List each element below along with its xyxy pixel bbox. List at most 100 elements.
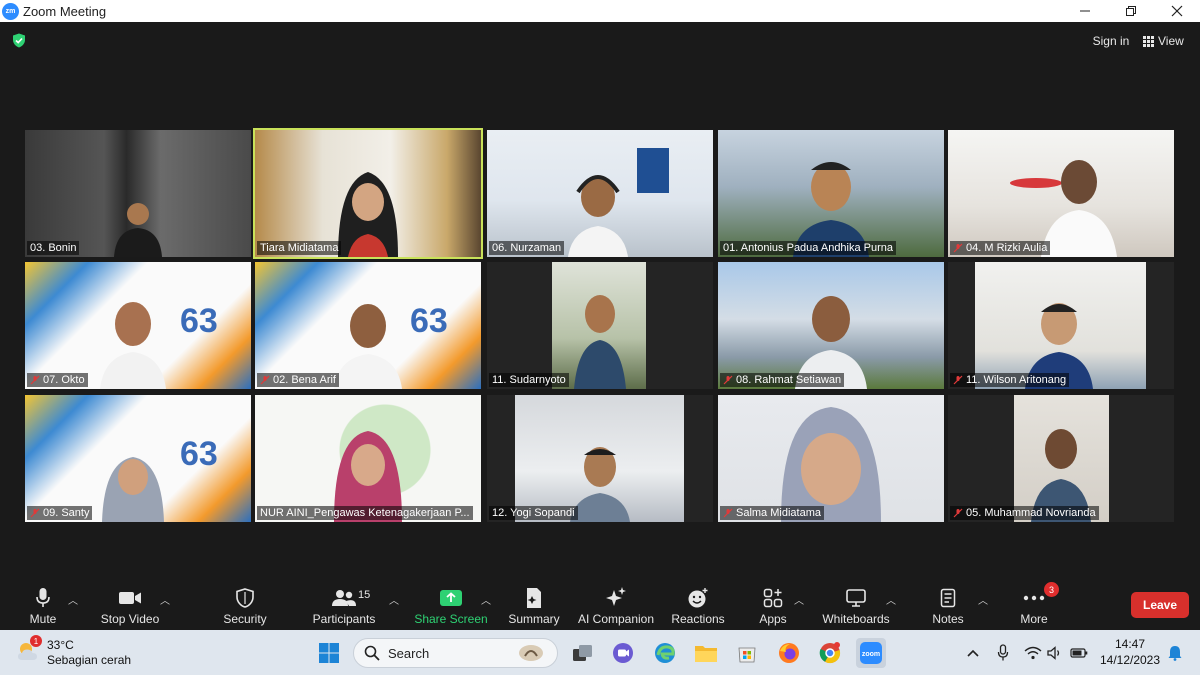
mic-muted-icon (30, 375, 40, 385)
task-view-button[interactable] (570, 640, 596, 666)
video-tile-tiara-midiatama[interactable]: Tiara Midiatama (253, 128, 483, 259)
wifi-tray-button[interactable] (1024, 644, 1042, 662)
video-options-chevron-icon[interactable]: ︿ (160, 592, 170, 607)
view-button[interactable]: View (1143, 32, 1191, 50)
search-icon (364, 645, 380, 661)
participant-video (570, 447, 630, 522)
store-icon (738, 647, 756, 663)
notes-options-chevron-icon[interactable]: ︿ (978, 592, 988, 607)
mic-muted-icon (260, 375, 270, 385)
video-tile-nurzaman[interactable]: 06. Nurzaman (487, 130, 713, 257)
weather-widget[interactable]: 1 33°C Sebagian cerah (16, 635, 146, 670)
security-button[interactable]: Security (220, 578, 270, 630)
ai-companion-label: AI Companion (577, 612, 655, 626)
restore-button[interactable] (1108, 0, 1154, 22)
firefox-icon (779, 643, 799, 663)
shield-check-icon[interactable] (12, 33, 26, 48)
window-controls (1062, 0, 1200, 22)
video-tile-antonius-padua-andhika-purna[interactable]: 01. Antonius Padua Andhika Purna (718, 130, 944, 257)
video-tile-bonin[interactable]: 03. Bonin (25, 130, 251, 257)
notification-center-button[interactable] (1166, 644, 1184, 662)
search-label: Search (388, 645, 430, 661)
file-explorer-button[interactable] (693, 640, 719, 666)
taskbar-search-box[interactable]: Search (353, 638, 558, 668)
video-tile-wilson-aritonang[interactable]: 11. Wilson Aritonang (948, 262, 1174, 389)
participant-name: Tiara Midiatama (257, 241, 342, 255)
apps-options-chevron-icon[interactable]: ︿ (794, 592, 804, 607)
video-tile-sudarnyoto[interactable]: 11. Sudarnyoto (487, 262, 713, 389)
edge-icon (655, 643, 675, 663)
weather-temperature: 33°C (47, 638, 74, 652)
share-screen-button[interactable]: Share Screen (414, 578, 488, 630)
video-tile-okto[interactable]: 63 07. Okto (25, 262, 251, 389)
reactions-button[interactable]: Reactions (670, 578, 726, 630)
chrome-button[interactable] (817, 640, 843, 666)
share-options-chevron-icon[interactable]: ︿ (481, 592, 491, 607)
video-tile-salma-midiatama[interactable]: Salma Midiatama (718, 395, 944, 522)
volume-tray-button[interactable] (1046, 644, 1064, 662)
whiteboards-label: Whiteboards (822, 612, 890, 626)
video-tile-santy[interactable]: 63 09. Santy (25, 395, 251, 522)
show-hidden-icons-button[interactable] (964, 644, 982, 662)
notes-button[interactable]: Notes (928, 578, 968, 630)
close-icon (1171, 5, 1183, 17)
zoom-icon: zoom (860, 642, 882, 664)
close-button[interactable] (1154, 0, 1200, 22)
mic-muted-icon (723, 375, 733, 385)
participant-name: 02. Bena Arif (257, 373, 339, 387)
zoom-logo-icon: zm (2, 2, 19, 20)
zoom-taskbar-button[interactable]: zoom (856, 638, 886, 668)
search-highlight-icon (519, 645, 543, 661)
share-screen-label: Share Screen (414, 612, 488, 626)
apps-label: Apps (759, 612, 787, 626)
mute-button[interactable]: Mute (22, 578, 64, 630)
ai-companion-button[interactable]: AI Companion (578, 578, 654, 630)
video-camera-icon (119, 592, 141, 604)
view-label: View (1158, 34, 1184, 48)
apps-icon (763, 588, 783, 608)
video-tile-muhammad-novrianda[interactable]: 05. Muhammad Novrianda (948, 395, 1174, 522)
whiteboards-options-chevron-icon[interactable]: ︿ (886, 592, 896, 607)
summary-button[interactable]: Summary (508, 578, 560, 630)
firefox-button[interactable] (776, 640, 802, 666)
weather-notification-badge: 1 (30, 635, 42, 647)
video-tile-rahmat-setiawan[interactable]: 08. Rahmat Setiawan (718, 262, 944, 389)
participant-video (334, 431, 402, 522)
video-tile-yogi-sopandi[interactable]: 12. Yogi Sopandi (487, 395, 713, 522)
edge-browser-button[interactable] (652, 640, 678, 666)
leave-button[interactable]: Leave (1131, 592, 1189, 618)
participants-options-chevron-icon[interactable]: ︿ (389, 592, 399, 607)
taskbar-clock[interactable]: 14:47 14/12/2023 (1098, 637, 1162, 669)
participant-name: Salma Midiatama (720, 506, 824, 520)
video-tile-m-rizki-aulia[interactable]: 04. M Rizki Aulia (948, 130, 1174, 257)
participant-video (574, 295, 626, 389)
mute-options-chevron-icon[interactable]: ︿ (68, 592, 78, 607)
stop-video-button[interactable]: Stop Video (98, 578, 162, 630)
participant-video (795, 296, 867, 389)
chat-button[interactable] (610, 640, 636, 666)
apps-button[interactable]: Apps (756, 578, 790, 630)
whiteboards-button[interactable]: Whiteboards (820, 578, 892, 630)
restore-icon (1126, 6, 1136, 16)
mic-muted-icon (953, 508, 963, 518)
whiteboard-icon (846, 589, 866, 607)
participant-name: 06. Nurzaman (489, 241, 565, 255)
participant-name: 11. Sudarnyoto (489, 373, 569, 387)
video-tile-bena-arif[interactable]: 63 02. Bena Arif (255, 262, 481, 389)
participant-name: 04. M Rizki Aulia (950, 241, 1051, 255)
microphone-tray-button[interactable] (994, 644, 1012, 662)
windows-start-button[interactable] (316, 640, 342, 666)
participants-icon (332, 590, 356, 606)
battery-tray-button[interactable] (1070, 644, 1088, 662)
participant-video (793, 162, 869, 257)
participant-name: 05. Muhammad Novrianda (950, 506, 1099, 520)
minimize-button[interactable] (1062, 0, 1108, 22)
emoji-reaction-icon (688, 588, 708, 608)
battery-icon (1070, 648, 1088, 658)
video-tile-nur-aini[interactable]: NUR AINI_Pengawas Ketenagakerjaan P... (255, 395, 481, 522)
participants-button[interactable]: Participants (312, 578, 376, 630)
sign-in-button[interactable]: Sign in (1086, 32, 1136, 50)
wifi-icon (1024, 646, 1042, 660)
participant-name: 11. Wilson Aritonang (950, 373, 1070, 387)
microsoft-store-button[interactable] (734, 640, 760, 666)
